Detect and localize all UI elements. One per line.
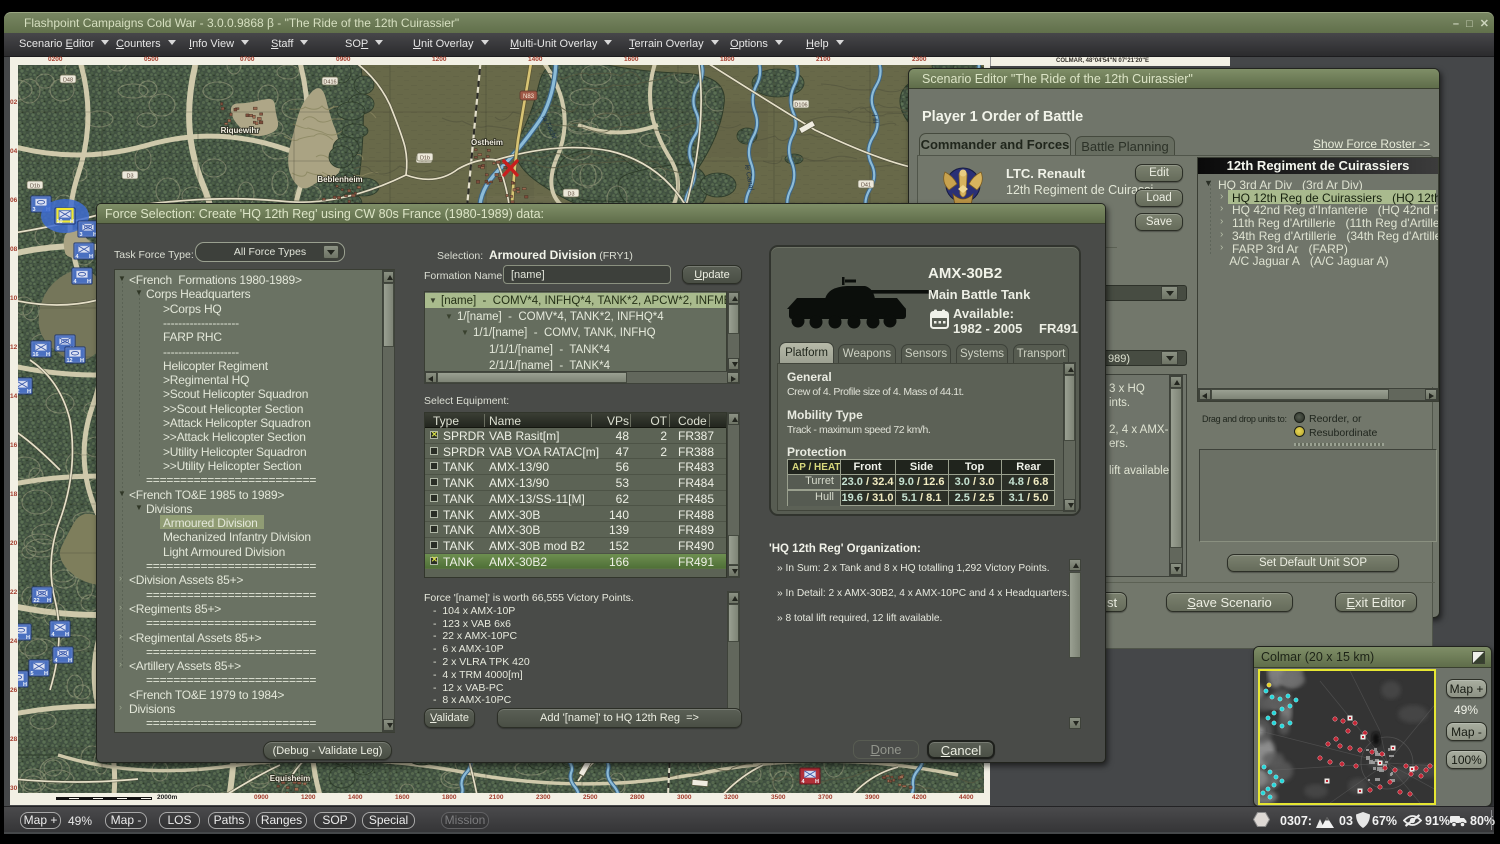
svg-text:10: 10 [57, 219, 63, 225]
svg-text:H: H [65, 632, 69, 638]
svg-text:12: 12 [67, 358, 73, 364]
svg-text:6: 6 [57, 346, 60, 352]
svg-text:H: H [70, 219, 74, 225]
svg-text:3: 3 [80, 232, 83, 238]
svg-text:Equisheim: Equisheim [270, 774, 310, 783]
svg-text:H: H [26, 635, 30, 641]
svg-text:H: H [89, 254, 93, 260]
svg-text:D41: D41 [861, 182, 871, 188]
svg-text:16: 16 [18, 635, 19, 641]
svg-text:Ostheim: Ostheim [471, 138, 503, 147]
svg-text:D106: D106 [794, 102, 807, 108]
svg-text:22: 22 [34, 598, 40, 604]
svg-text:D1b: D1b [30, 183, 40, 189]
svg-text:5: 5 [31, 671, 34, 677]
svg-text:22: 22 [18, 389, 20, 395]
svg-text:H: H [80, 358, 84, 364]
svg-text:H: H [68, 658, 72, 664]
svg-text:H: H [23, 682, 27, 688]
svg-text:H: H [46, 352, 50, 358]
svg-text:D3: D3 [567, 191, 574, 197]
svg-text:H: H [47, 598, 51, 604]
svg-text:D416: D416 [323, 79, 336, 85]
svg-text:H: H [27, 389, 31, 395]
svg-text:N83: N83 [523, 94, 535, 100]
svg-text:3: 3 [33, 207, 36, 213]
svg-text:D1b: D1b [420, 155, 430, 161]
svg-text:16: 16 [33, 352, 39, 358]
svg-text:Riquewihr: Riquewihr [221, 126, 260, 135]
svg-text:H: H [44, 671, 48, 677]
svg-text:D3: D3 [126, 173, 133, 179]
svg-text:H: H [815, 779, 819, 785]
svg-text:H: H [87, 279, 91, 285]
svg-text:D48: D48 [63, 77, 73, 83]
svg-text:Beblenheim: Beblenheim [317, 175, 362, 184]
